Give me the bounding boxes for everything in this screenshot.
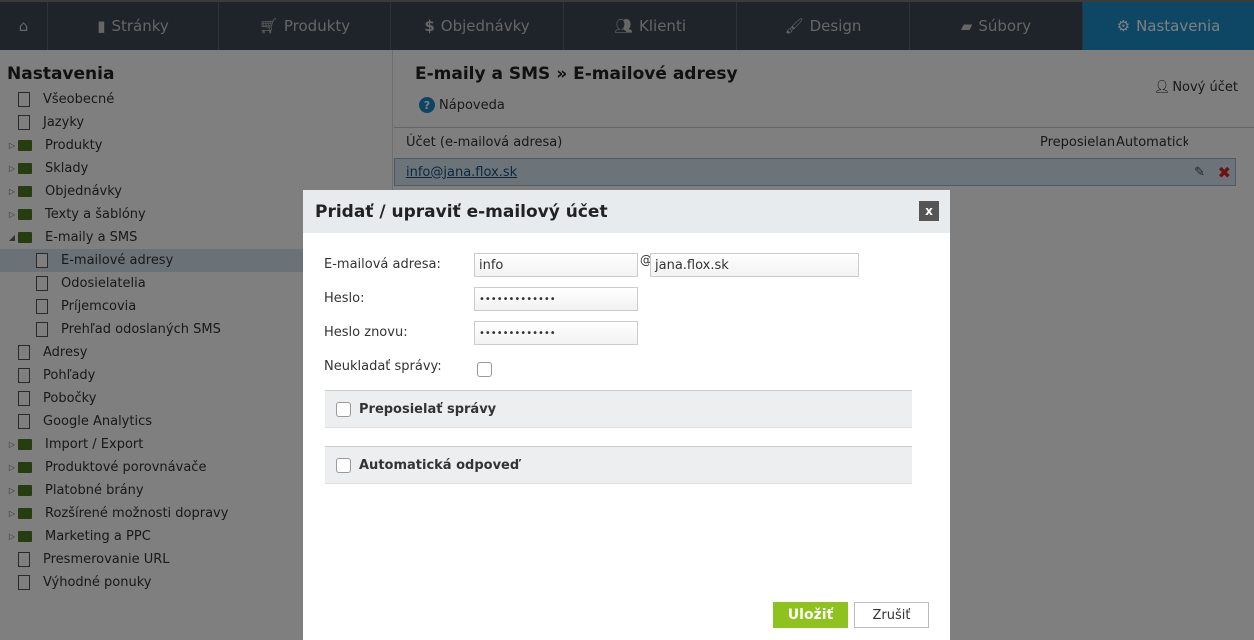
password-label: Heslo: [324, 291, 365, 306]
autoreply-label: Automatická odpoveď [359, 457, 520, 473]
password-confirm-input[interactable]: ••••••••••••• [474, 321, 638, 345]
autoreply-section[interactable]: Automatická odpoveď [325, 446, 912, 484]
password-input[interactable]: ••••••••••••• [474, 287, 638, 311]
cancel-button[interactable]: Zrušiť [854, 602, 929, 628]
forward-section[interactable]: Preposielať správy [325, 390, 912, 428]
nosave-label: Neukladať správy: [324, 359, 442, 374]
nosave-checkbox[interactable] [477, 362, 492, 377]
email-domain-input[interactable]: jana.flox.sk [650, 253, 859, 277]
autoreply-checkbox[interactable] [336, 457, 351, 473]
forward-checkbox[interactable] [336, 401, 351, 417]
email-label: E-mailová adresa: [324, 257, 441, 272]
forward-label: Preposielať správy [359, 401, 497, 417]
close-button[interactable]: x [919, 201, 939, 221]
save-button[interactable]: Uložiť [773, 602, 848, 628]
dialog-title: Pridať / upraviť e-mailový účet [315, 201, 608, 222]
email-account-dialog: Pridať / upraviť e-mailový účet x E-mail… [303, 190, 950, 640]
password-confirm-label: Heslo znovu: [324, 325, 408, 340]
email-user-input[interactable]: info [474, 253, 638, 277]
